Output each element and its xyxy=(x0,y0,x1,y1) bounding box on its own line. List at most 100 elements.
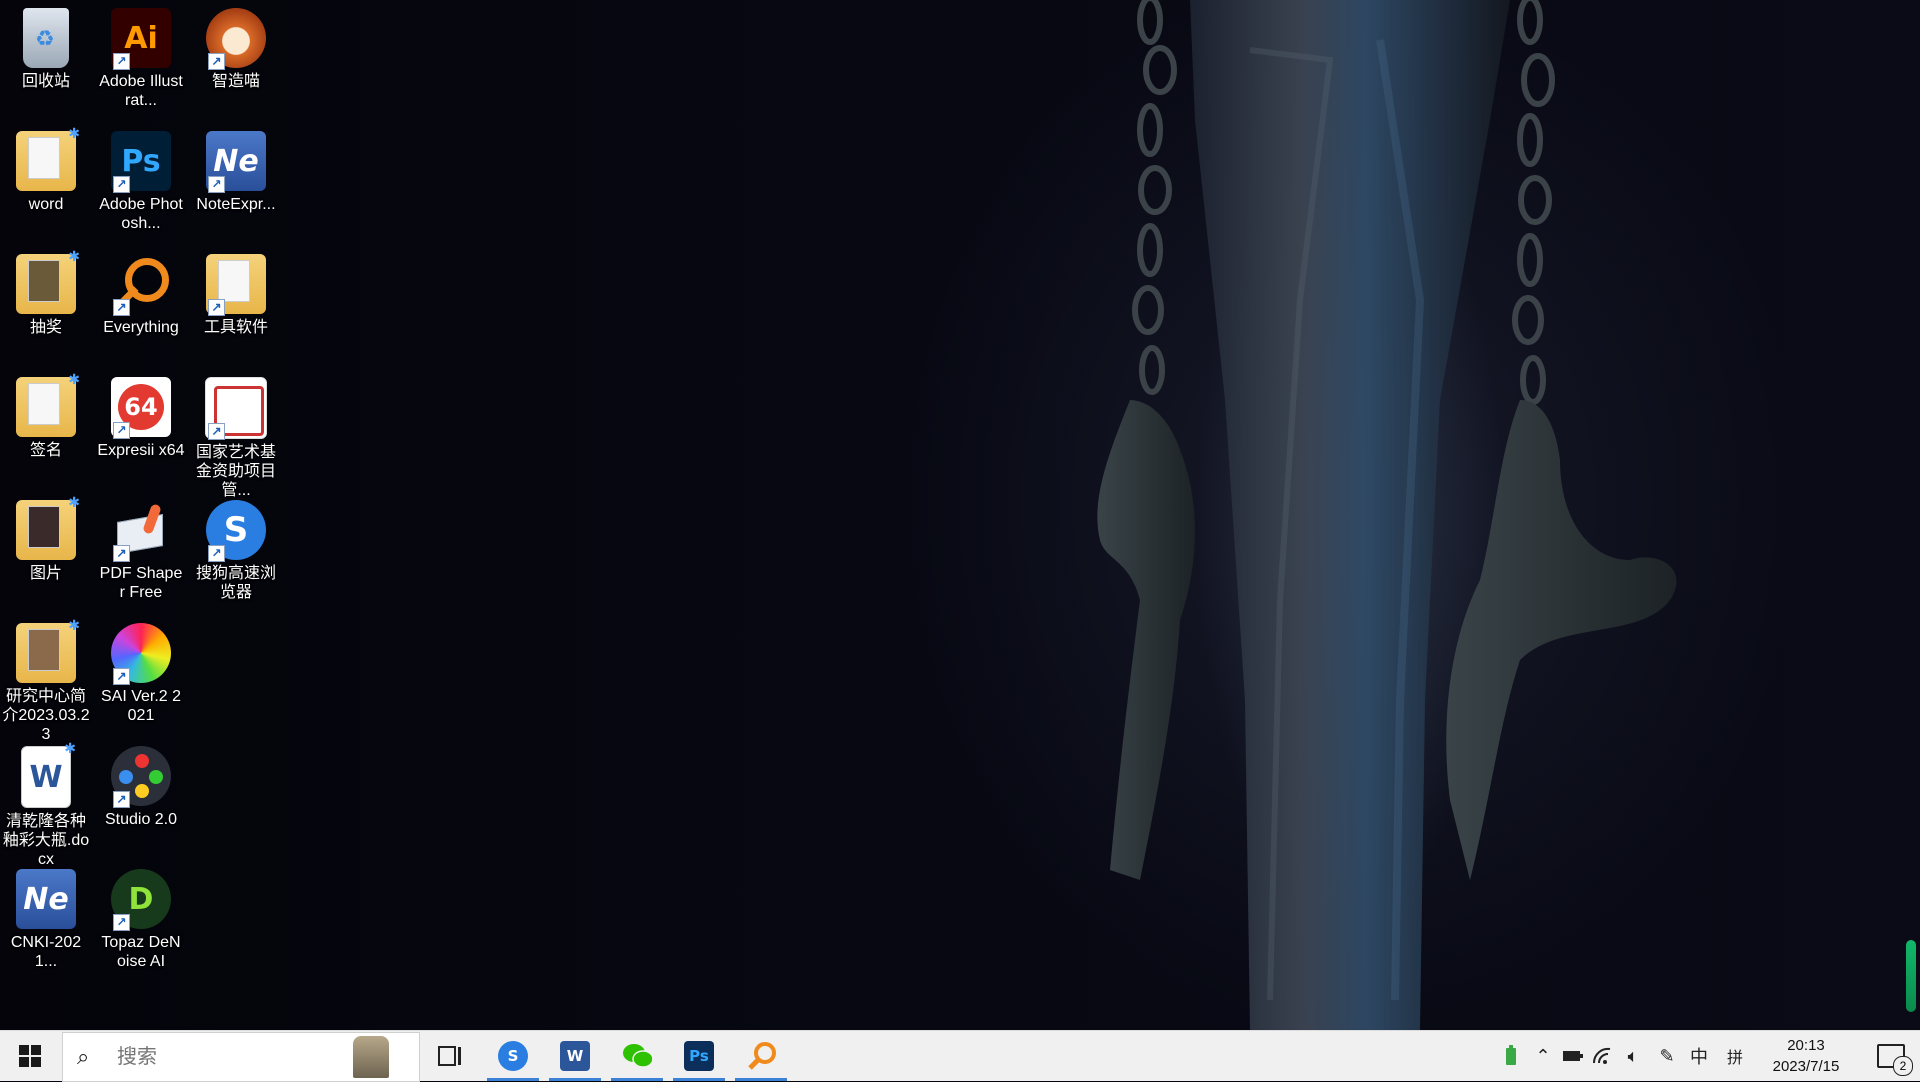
desktop-icon-label: SAI Ver.2 2021 xyxy=(100,688,182,724)
shortcut-arrow-icon: ↗ xyxy=(113,299,130,316)
desktop-icon-label: 图片 xyxy=(29,565,62,582)
desktop-icon-label: PDF Shaper Free xyxy=(99,565,183,601)
desktop-icon-tools-folder[interactable]: ↗ 工具软件 xyxy=(190,246,282,366)
adobe-illustrator-icon: Ai ↗ xyxy=(111,8,171,70)
tray-volume-icon[interactable]: 🔈︎ xyxy=(1618,1031,1648,1081)
taskbar: ⌕ S W Ps xyxy=(0,1030,1920,1082)
desktop-icon-label: Expresii x64 xyxy=(97,442,185,459)
desktop-icon-word-folder[interactable]: ✱ word xyxy=(0,123,92,243)
desktop-icon-studio[interactable]: ↗ Studio 2.0 xyxy=(95,738,187,858)
shortcut-arrow-icon: ↗ xyxy=(113,791,130,808)
tray-wifi-icon[interactable] xyxy=(1588,1031,1618,1081)
taskbar-app-everything[interactable] xyxy=(731,1031,791,1081)
everything-icon xyxy=(746,1041,776,1071)
search-input[interactable] xyxy=(115,1044,319,1070)
task-view-icon xyxy=(438,1046,461,1066)
desktop-icon-pdf-shaper[interactable]: ↗ PDF Shaper Free xyxy=(95,492,187,612)
shortcut-arrow-icon: ↗ xyxy=(113,53,130,70)
shortcut-arrow-icon: ↗ xyxy=(208,545,225,562)
ime-mode-label: 拼 xyxy=(1726,1050,1743,1067)
desktop-icon-topaz[interactable]: D ↗ Topaz DeNoise AI xyxy=(95,861,187,981)
desktop-icon-expresii[interactable]: 64 ↗ Expresii x64 xyxy=(95,369,187,489)
desktop-icon-label: 抽奖 xyxy=(29,319,62,336)
noteexpress-icon: Ne ↗ xyxy=(206,131,266,193)
desktop-icon-label: Topaz DeNoise AI xyxy=(101,934,181,970)
taskbar-app-sogou-browser[interactable]: S xyxy=(483,1031,543,1081)
shortcut-arrow-icon: ↗ xyxy=(208,299,225,316)
floating-widget-handle[interactable] xyxy=(1906,940,1916,1012)
folder-icon: ✱ xyxy=(16,125,80,191)
desktop-icon-label: Adobe Photosh... xyxy=(99,196,183,232)
recycle-bin-icon: ♻ xyxy=(23,8,69,68)
desktop-icon-zhizaomiao[interactable]: ↗ 智造喵 xyxy=(190,0,282,120)
chevron-up-icon: ⌃ xyxy=(1535,1045,1551,1066)
tray-battery-icon[interactable] xyxy=(1558,1031,1588,1081)
cnki-noteexpress-icon: Ne xyxy=(16,869,76,929)
start-button[interactable] xyxy=(0,1031,60,1081)
photoshop-icon: Ps xyxy=(684,1041,714,1071)
desktop-icon-label: Everything xyxy=(103,319,179,336)
word-document-icon: W ✱ xyxy=(21,741,76,808)
desktop-icon-label: NoteExpr... xyxy=(196,196,276,213)
ime-language-label: 中 xyxy=(1690,1047,1708,1067)
wallpaper-sculpture xyxy=(1097,0,1677,1030)
topaz-denoise-icon: D ↗ xyxy=(111,869,171,931)
desktop-icon-label: CNKI-2021... xyxy=(10,934,82,970)
desktop-icon-everything[interactable]: ↗ Everything xyxy=(95,246,187,366)
tray-pen-icon[interactable]: ✎ xyxy=(1652,1031,1682,1081)
desktop-icon-label: 回收站 xyxy=(21,73,70,90)
pen-icon: ✎ xyxy=(1659,1045,1675,1066)
shortcut-arrow-icon: ↗ xyxy=(208,53,225,70)
wechat-icon xyxy=(622,1041,652,1071)
taskbar-app-word[interactable]: W xyxy=(545,1031,605,1081)
tray-ime-language[interactable]: 中 xyxy=(1684,1031,1714,1081)
desktop-icon-label: Adobe Illustrat... xyxy=(99,73,183,109)
search-highlight-image xyxy=(353,1036,389,1078)
folder-icon: ✱ xyxy=(16,617,80,683)
studio-icon: ↗ xyxy=(111,746,171,808)
clock-date: 2023/7/15 xyxy=(1772,1058,1840,1075)
desktop-icon-sogou-browser[interactable]: S ↗ 搜狗高速浏览器 xyxy=(190,492,282,612)
desktop-icon-recycle-bin[interactable]: ♻ 回收站 xyxy=(0,0,92,120)
shortcut-arrow-icon: ↗ xyxy=(113,422,130,439)
desktop-icon-signature-folder[interactable]: ✱ 签名 xyxy=(0,369,92,489)
everything-search-icon: ↗ xyxy=(111,254,171,316)
desktop-icon-research-center-folder[interactable]: ✱ 研究中心简介2023.03.23 xyxy=(0,615,92,743)
desktop-icon-art-fund[interactable]: ↗ 国家艺术基金资助项目管... xyxy=(190,369,282,499)
desktop-icon-sai[interactable]: ↗ SAI Ver.2 2021 xyxy=(95,615,187,735)
folder-icon: ↗ xyxy=(206,254,266,316)
sai-color-wheel-icon: ↗ xyxy=(111,623,171,685)
taskbar-app-wechat[interactable] xyxy=(607,1031,667,1081)
desktop-icon-docx[interactable]: W ✱ 清乾隆各种釉彩大瓶.docx xyxy=(0,738,92,868)
taskbar-search-box[interactable]: ⌕ xyxy=(62,1032,420,1082)
folder-icon: ✱ xyxy=(16,248,80,314)
shortcut-arrow-icon: ↗ xyxy=(113,668,130,685)
sogou-browser-icon: S xyxy=(498,1041,528,1071)
desktop-icon-label: 签名 xyxy=(29,442,62,459)
shortcut-arrow-icon: ↗ xyxy=(208,176,225,193)
desktop-icon-label: Studio 2.0 xyxy=(104,811,178,828)
desktop-icon-lottery-folder[interactable]: ✱ 抽奖 xyxy=(0,246,92,366)
art-fund-seal-icon: ↗ xyxy=(205,377,267,440)
shortcut-arrow-icon: ↗ xyxy=(113,545,130,562)
shortcut-arrow-icon: ↗ xyxy=(113,176,130,193)
desktop-icon-label: word xyxy=(28,196,64,213)
desktop-icon-noteexpress[interactable]: Ne ↗ NoteExpr... xyxy=(190,123,282,243)
tray-show-hidden-icons[interactable]: ⌃ xyxy=(1528,1031,1558,1081)
desktop-icon-label: 搜狗高速浏览器 xyxy=(195,565,276,601)
shortcut-arrow-icon: ↗ xyxy=(208,423,225,440)
desktop-icon-cnki[interactable]: Ne CNKI-2021... xyxy=(0,861,92,981)
desktop-icon-photoshop[interactable]: Ps ↗ Adobe Photosh... xyxy=(95,123,187,243)
notification-count-badge: 2 xyxy=(1893,1056,1913,1076)
desktop-icon-label: 工具软件 xyxy=(203,319,268,336)
action-center-button[interactable]: 2 xyxy=(1862,1031,1920,1081)
taskbar-app-photoshop[interactable]: Ps xyxy=(669,1031,729,1081)
taskbar-clock[interactable]: 20:13 2023/7/15 xyxy=(1762,1035,1850,1077)
desktop-icon-pictures-folder[interactable]: ✱ 图片 xyxy=(0,492,92,612)
shortcut-arrow-icon: ↗ xyxy=(113,914,130,931)
taskbar-task-view[interactable] xyxy=(420,1031,480,1081)
desktop-icon-illustrator[interactable]: Ai ↗ Adobe Illustrat... xyxy=(95,0,187,120)
adobe-photoshop-icon: Ps ↗ xyxy=(111,131,171,193)
tray-ime-mode[interactable]: 拼 xyxy=(1720,1031,1750,1081)
tray-battery-saver-icon[interactable] xyxy=(1496,1031,1526,1081)
